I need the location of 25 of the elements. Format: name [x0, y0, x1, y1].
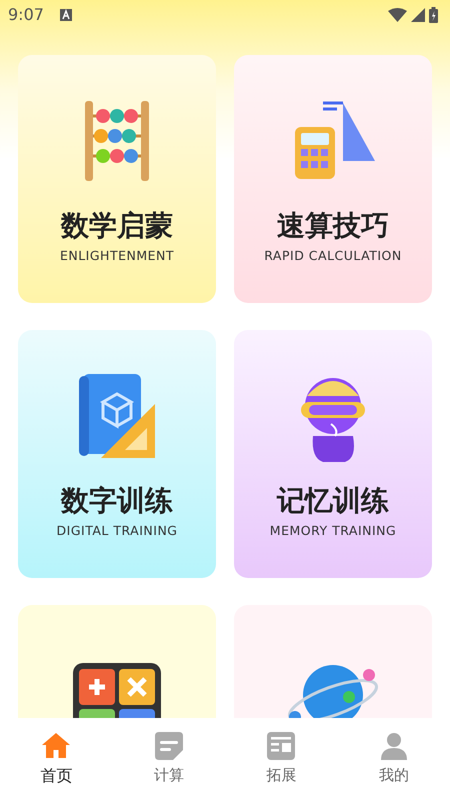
keyboard-icon [60, 9, 72, 21]
home-icon [41, 732, 72, 760]
nav-tab[interactable]: 首页 [0, 718, 112, 800]
card-subtitle: RAPID CALCULATION [263, 246, 403, 265]
card-title: 记忆训练 [276, 484, 390, 518]
nav-tab[interactable]: 计算 [112, 718, 225, 800]
signal-icon [411, 8, 425, 22]
nav-tab[interactable]: 拓展 [225, 718, 338, 800]
card[interactable]: 数字训练 DIGITAL TRAINING [18, 330, 216, 578]
person-icon [378, 732, 409, 760]
battery-icon [429, 7, 438, 23]
card-subtitle: DIGITAL TRAINING [56, 522, 178, 540]
card-subtitle: ENLIGHTENMENT [58, 246, 176, 265]
status-time: 9:07 [8, 4, 44, 26]
nav-tab[interactable]: 我的 [338, 718, 450, 800]
newspaper-icon [266, 732, 296, 760]
card-title: 数学启蒙 [60, 209, 174, 243]
card[interactable]: 数学启蒙 ENLIGHTENMENT [18, 55, 216, 303]
card[interactable]: 速算技巧 RAPID CALCULATION [234, 55, 432, 303]
card-title: 数字训练 [60, 484, 174, 518]
card[interactable]: 记忆训练 MEMORY TRAINING [234, 330, 432, 578]
wifi-icon [388, 8, 407, 22]
card-title: 速算技巧 [276, 209, 390, 243]
card-subtitle: MEMORY TRAINING [268, 522, 398, 540]
note-icon [154, 732, 184, 760]
